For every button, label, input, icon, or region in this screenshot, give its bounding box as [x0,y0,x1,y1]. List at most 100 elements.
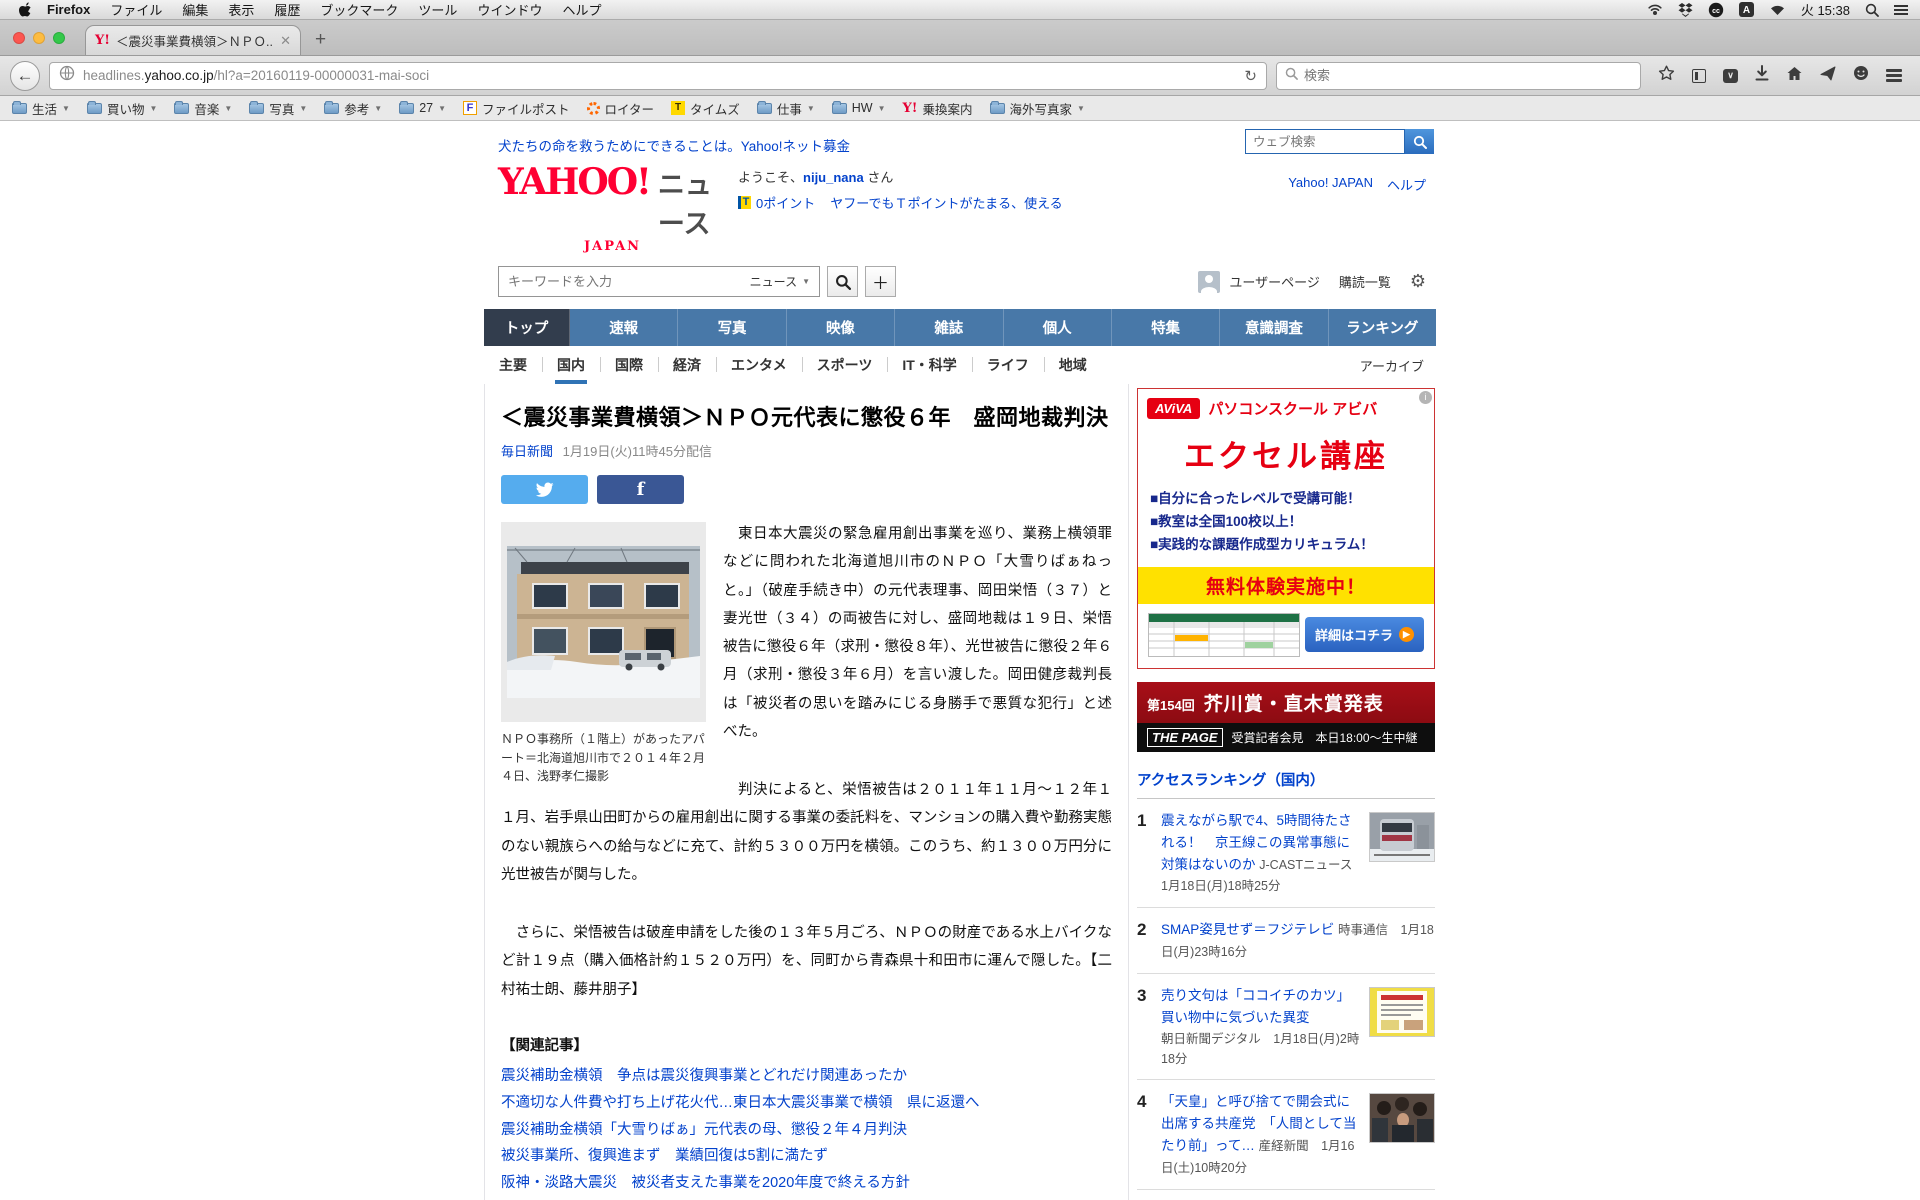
browser-search-input[interactable] [1304,68,1632,83]
related-link[interactable]: 震災補助金横領「大雪りばぁ」元代表の母、懲役２年４月判決 [501,1117,1112,1144]
subnav-main[interactable]: 主要 [484,346,542,384]
ranking-link[interactable]: 売り文句は「ココイチのカツ」 買い物中に気づいた異変 [1161,988,1357,1025]
pocket-icon[interactable]: ∨ [1723,69,1738,83]
bookmark-times[interactable]: Tタイムズ [671,99,740,118]
add-keyword-button[interactable]: ＋ [865,266,896,297]
search-scope-dropdown[interactable]: ニュース▼ [741,273,819,290]
yahoo-japan-link[interactable]: Yahoo! JAPAN [1288,175,1373,194]
bookmark-folder-hw[interactable]: HW▼ [832,101,886,115]
nav-tab-poll[interactable]: 意識調査 [1220,309,1328,346]
nav-tab-magazine[interactable]: 雑誌 [895,309,1003,346]
twitter-share-button[interactable] [501,475,588,504]
aviva-ad[interactable]: i AViVA パソコンスクール アビバ エクセル講座 ■自分に合ったレベルで受… [1137,388,1435,669]
subnav-entertainment[interactable]: エンタメ [716,346,802,384]
ranking-thumbnail-train[interactable] [1369,812,1435,862]
tab-close-icon[interactable]: ✕ [280,33,291,49]
user-page-link[interactable]: ユーザーページ [1229,272,1319,291]
site-identity-globe-icon[interactable] [59,65,75,86]
bookmark-folder-music[interactable]: 音楽▼ [174,99,232,118]
subnav-world[interactable]: 国際 [600,346,658,384]
subnav-domestic[interactable]: 国内 [542,346,600,384]
hello-smiley-icon[interactable] [1853,65,1869,86]
wifi-icon[interactable] [1769,3,1786,16]
subnav-economy[interactable]: 経済 [658,346,716,384]
article-source-link[interactable]: 毎日新聞 [501,444,553,459]
nav-tab-photo[interactable]: 写真 [678,309,786,346]
article-photo[interactable] [501,522,706,722]
related-link[interactable]: 不適切な人件費や打ち上げ花火代…東日本大震災事業で横領 県に返還へ [501,1090,1112,1117]
menu-edit[interactable]: 編集 [182,0,208,19]
url-bar[interactable]: headlines.yahoo.co.jp/hl?a=20160119-0000… [49,62,1267,90]
home-icon[interactable] [1786,66,1803,86]
airport-icon[interactable] [1647,3,1663,17]
promo-banner-link[interactable]: 犬たちの命を救うためにできることは。Yahoo!ネット募金 [498,139,850,154]
gear-icon[interactable]: ⚙ [1410,271,1426,292]
bookmark-folder-27[interactable]: 27▼ [399,101,446,115]
sidebar-toggle-icon[interactable] [1692,69,1706,83]
username-link[interactable]: niju_nana [803,170,864,185]
yahoo-news-logo[interactable]: YAHOO! ニュース JAPAN [498,163,726,254]
ranking-thumbnail-flyer[interactable] [1369,987,1435,1037]
nav-tab-personal[interactable]: 個人 [1004,309,1112,346]
menu-view[interactable]: 表示 [228,0,254,19]
notification-center-icon[interactable] [1894,3,1908,17]
menu-file[interactable]: ファイル [110,0,162,19]
bookmark-transit[interactable]: Y!乗換案内 [903,99,973,118]
bookmark-reuters[interactable]: ロイター [587,99,655,118]
subnav-local[interactable]: 地域 [1044,346,1102,384]
back-button[interactable]: ← [10,61,40,91]
help-link[interactable]: ヘルプ [1387,175,1426,194]
menu-hamburger-icon[interactable] [1886,67,1902,85]
bookmark-filepost[interactable]: Fファイルポスト [463,99,570,118]
bookmark-folder-photo[interactable]: 写真▼ [249,99,307,118]
minimize-window-button[interactable] [33,32,45,44]
bookmark-star-icon[interactable] [1658,65,1675,86]
subnav-sports[interactable]: スポーツ [802,346,888,384]
menu-tools[interactable]: ツール [418,0,457,19]
ranking-thumbnail-crowd[interactable] [1369,1093,1435,1143]
news-search-input[interactable] [499,274,741,289]
related-link[interactable]: 阪神・淡路大震災 被災者支えた事業を2020年度で終える方針 [501,1170,1112,1197]
nav-tab-ranking[interactable]: ランキング [1329,309,1436,346]
close-window-button[interactable] [13,32,25,44]
spotlight-icon[interactable] [1865,3,1879,17]
bookmark-folder-life[interactable]: 生活▼ [12,99,70,118]
subnav-life[interactable]: ライフ [972,346,1044,384]
points-link[interactable]: 0ポイント [756,193,815,212]
tpoint-message-link[interactable]: ヤフーでもＴポイントがたまる、使える [830,193,1062,212]
bookmark-folder-reference[interactable]: 参考▼ [324,99,382,118]
menu-firefox[interactable]: Firefox [47,2,90,17]
news-search-button[interactable] [827,266,858,297]
ranking-link[interactable]: SMAP姿見せず＝フジテレビ [1161,922,1334,937]
related-link[interactable]: 震災補助金横領 争点は震災復興事業とどれだけ関連あったか [501,1063,1112,1090]
subscriptions-link[interactable]: 購読一覧 [1339,272,1391,291]
apple-menu-icon[interactable] [18,2,31,17]
subnav-it-science[interactable]: IT・科学 [887,346,971,384]
share-send-icon[interactable] [1820,66,1836,86]
ad-cta-button[interactable]: 詳細はコチラ ▶ [1305,617,1424,652]
input-source-icon[interactable]: A [1739,2,1754,17]
bookmark-folder-shopping[interactable]: 買い物▼ [87,99,157,118]
akutagawa-prize-ad[interactable]: 第154回 芥川賞・直木賞発表 THE PAGE 受賞記者会見 本日18:00～… [1137,682,1435,752]
archive-link[interactable]: アーカイブ [1360,356,1436,375]
menu-history[interactable]: 履歴 [274,0,300,19]
nav-tab-video[interactable]: 映像 [787,309,895,346]
web-search-button[interactable] [1405,129,1434,154]
bookmark-folder-overseas-photographers[interactable]: 海外写真家▼ [990,99,1085,118]
downloads-icon[interactable] [1755,65,1769,86]
reload-icon[interactable]: ↻ [1244,67,1257,85]
menu-window[interactable]: ウインドウ [477,0,542,19]
browser-tab[interactable]: Y! ＜震災事業費横領＞ＮＰＯ... ✕ [85,25,301,55]
menu-help[interactable]: ヘルプ [562,0,601,19]
menu-bar-clock[interactable]: 火 15:38 [1801,0,1850,19]
nav-tab-flash[interactable]: 速報 [570,309,678,346]
nav-tab-feature[interactable]: 特集 [1112,309,1220,346]
ad-info-icon[interactable]: i [1419,391,1432,404]
new-tab-button[interactable]: + [315,29,326,51]
creative-cloud-icon[interactable]: cc [1708,2,1724,18]
related-link[interactable]: 被災事業所、復興進まず 業績回復は5割に満たず [501,1143,1112,1170]
bookmark-folder-work[interactable]: 仕事▼ [757,99,815,118]
menu-bookmarks[interactable]: ブックマーク [320,0,398,19]
web-search-input[interactable] [1245,129,1405,154]
article-figure[interactable]: ＮＰＯ事務所（１階上）があったアパート＝北海道旭川市で２０１４年２月４日、浅野孝… [501,522,706,786]
